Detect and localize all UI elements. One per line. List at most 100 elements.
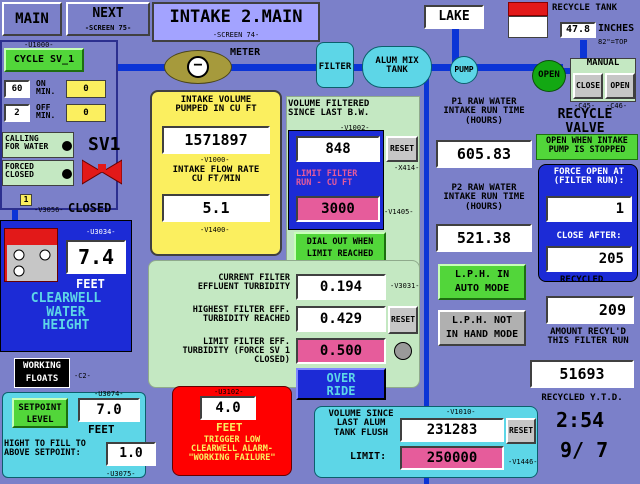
lake-label: LAKE	[424, 5, 484, 29]
alum-reset-button[interactable]: RESET	[506, 418, 536, 444]
sv1-closed: CLOSED	[68, 201, 112, 215]
open-when-box: OPEN WHEN INTAKE PUMP IS STOPPED	[536, 134, 638, 160]
cycle-sv1-button[interactable]: CYCLE SV_1	[4, 48, 84, 72]
x414-tag: -X414-	[394, 164, 420, 172]
close-after-label: CLOSE AFTER:	[556, 231, 622, 241]
amount-field: 209	[546, 296, 634, 324]
close-after-field[interactable]: 205	[546, 246, 632, 272]
lph-auto-button[interactable]: L.P.H. IN AUTO MODE	[438, 264, 526, 300]
meter-icon: −	[187, 56, 209, 78]
alum-limit-label: LIMIT:	[350, 451, 387, 462]
meter-label: METER	[230, 47, 261, 58]
forceopen-field[interactable]: 1	[546, 196, 632, 222]
on-minutes-label: ON MIN.	[36, 79, 56, 97]
limit-filter-field[interactable]: 3000	[296, 196, 380, 222]
hight-label: HIGHT TO FILL TO ABOVE SETPOINT:	[4, 439, 86, 458]
filter-label: FILTER	[318, 62, 352, 72]
alarm-value-field[interactable]: 4.0	[200, 396, 256, 420]
filtered-reset-button[interactable]: RESET	[386, 136, 418, 162]
clearwell-title: CLEARWELL WATER HEIGHT	[30, 291, 102, 334]
highest-turbidity-field: 0.429	[296, 306, 386, 332]
on-output-field: 0	[66, 80, 106, 98]
clearwell-floats-icon	[4, 228, 58, 282]
open-when-label: OPEN WHEN INTAKE PUMP IS STOPPED	[546, 136, 628, 155]
limit-turbidity-title: LIMIT FILTER EFF. TURBIDITY (FORCE SV 1 …	[182, 337, 290, 365]
next-label: NEXT	[92, 6, 124, 21]
title-sub: -SCREEN 74-	[212, 31, 260, 39]
limit-turbidity-field[interactable]: 0.500	[296, 338, 386, 364]
v1000-tag: -V1000-	[200, 156, 230, 164]
filter-icon: FILTER	[316, 42, 354, 88]
manual-panel: MANUAL CLOSE OPEN	[570, 58, 636, 102]
alum-limit-field[interactable]: 250000	[400, 446, 504, 470]
limit-turbidity-indicator	[394, 342, 412, 360]
next-sub: -SCREEN 75-	[84, 24, 132, 32]
alum-title: VOLUME SINCE LAST ALUM TANK FLUSH	[328, 409, 394, 438]
off-minutes-label: OFF MIN.	[36, 103, 56, 121]
recycle-inches-label: INCHES	[598, 23, 635, 34]
current-turbidity-field: 0.194	[296, 274, 386, 300]
recycle-tank-red	[508, 2, 548, 16]
sv1-valve-icon	[81, 158, 123, 186]
p2-field: 521.38	[436, 224, 532, 252]
valve-open-label: OPEN	[538, 70, 560, 80]
forced-indicator	[62, 169, 72, 179]
highest-turbidity-reset-button[interactable]: RESET	[388, 306, 418, 334]
recycle-top-label: 82"=TOP	[598, 38, 628, 46]
alum-tank-icon: ALUM MIX TANK	[362, 46, 432, 88]
manual-open-button[interactable]: OPEN	[605, 73, 635, 99]
override-button[interactable]: OVER RIDE	[296, 368, 386, 400]
pump-label: PUMP	[454, 65, 474, 74]
dial-out-button[interactable]: DIAL OUT WHEN LIMIT REACHED	[294, 232, 386, 262]
alum-tank-label: ALUM MIX TANK	[375, 56, 419, 76]
manual-label: MANUAL	[586, 58, 620, 68]
recycle-valve-label: RECYCLE VALVE	[557, 107, 613, 136]
v1446-tag: -V1446-	[508, 458, 538, 466]
on-minutes-field[interactable]: 60	[4, 80, 30, 98]
manual-close-button[interactable]: CLOSE	[573, 73, 603, 99]
setpoint-feet: FEET	[88, 423, 115, 436]
clearwell-feet: FEET	[76, 277, 105, 291]
working-floats-box: WORKING FLOATS	[14, 358, 70, 388]
clock-date: 9/ 7	[560, 438, 609, 462]
recycle-inches-field: 47.8	[560, 22, 596, 38]
filtered-title: VOLUME FILTERED SINCE LAST B.W.	[288, 99, 370, 119]
v1400-tag: -V1400-	[200, 226, 230, 234]
hight-value-field[interactable]: 1.0	[106, 442, 156, 466]
v3031-tag: -V3031-	[390, 282, 420, 290]
calling-indicator	[62, 141, 72, 151]
alum-value-field: 231283	[400, 418, 504, 442]
limit-filter-title: LIMIT FILTER RUN - CU FT	[296, 169, 358, 188]
v3056-tag: -V3056-	[34, 206, 64, 214]
p1-title: P1 RAW WATER INTAKE RUN TIME (HOURS)	[443, 97, 525, 126]
amount-label: AMOUNT RECYL'D THIS FILTER RUN	[547, 327, 629, 347]
lph-hand-button[interactable]: L.P.H. NOT IN HAND MODE	[438, 310, 526, 346]
off-minutes-field[interactable]: 2	[4, 104, 30, 122]
forceopen-title: FORCE OPEN AT (FILTER RUN):	[553, 167, 625, 187]
sv1-label: SV1	[88, 134, 121, 155]
alarm-tag: -U3102-	[214, 388, 244, 396]
recycle-tank-label: RECYCLE TANK	[552, 3, 618, 13]
off-output-field: 0	[66, 104, 106, 122]
page-title: INTAKE 2.MAIN	[169, 7, 303, 27]
p2-title: P2 RAW WATER INTAKE RUN TIME (HOURS)	[443, 183, 525, 212]
ytd-label: RECYCLED Y.T.D.	[541, 393, 623, 403]
main-button[interactable]: MAIN	[2, 2, 62, 36]
current-turbidity-title: CURRENT FILTER EFFLUENT TURBIDITY	[197, 273, 290, 292]
setpoint-value-field[interactable]: 7.0	[78, 398, 140, 422]
clearwell-tag: -U3034-	[86, 228, 116, 236]
u3074-tag: -U3074-	[94, 390, 124, 398]
c2-tag: -C2-	[74, 372, 91, 380]
sv1-one-field: 1	[20, 194, 32, 206]
recycle-tank-body	[508, 16, 548, 38]
flow-title: INTAKE FLOW RATE CU FT/MIN	[172, 165, 260, 185]
p1-field: 605.83	[436, 140, 532, 168]
setpoint-level-box: SETPOINT LEVEL	[12, 398, 68, 428]
alarm-text: TRIGGER LOW CLEARWELL ALARM- "WORKING FA…	[188, 435, 276, 463]
alarm-feet: FEET	[216, 421, 243, 434]
flow-field: 5.1	[162, 194, 270, 222]
intake-title: INTAKE VOLUME PUMPED IN CU FT	[175, 95, 257, 115]
next-button[interactable]: NEXT -SCREEN 75-	[66, 2, 150, 36]
v1010-tag: -V1010-	[446, 408, 476, 416]
u3075-tag: -U3075-	[106, 470, 136, 478]
